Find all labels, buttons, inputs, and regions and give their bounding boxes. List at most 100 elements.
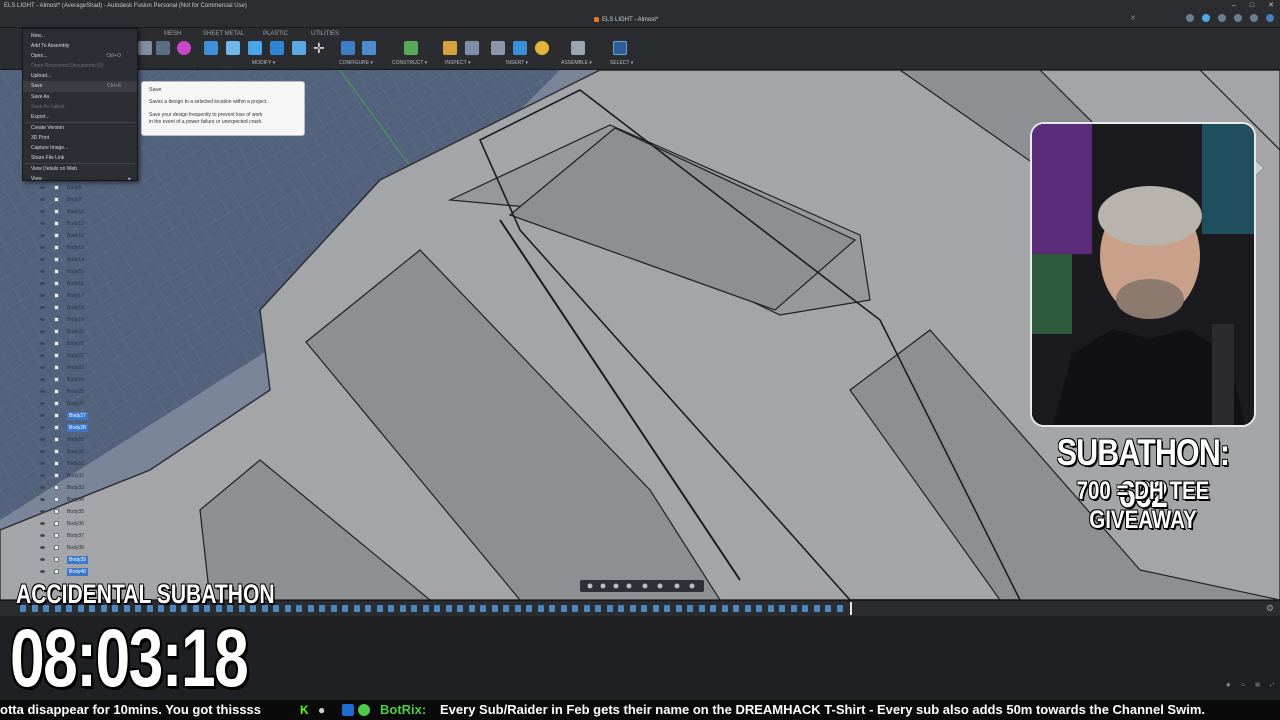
timeline-feature-icon[interactable] (399, 605, 406, 612)
menu-item-add-to-assembly[interactable]: Add To Assembly (23, 41, 137, 51)
timeline-feature-icon[interactable] (480, 605, 486, 612)
timeline-feature-icon[interactable] (468, 605, 475, 612)
browser-body-item[interactable]: Body35 (32, 506, 92, 518)
visibility-eye-icon[interactable] (40, 354, 45, 357)
timeline-feature-icon[interactable] (652, 605, 659, 612)
timeline-feature-icon[interactable] (779, 605, 785, 612)
chamfer-icon[interactable] (248, 41, 262, 55)
timeline-feature-icon[interactable] (641, 605, 647, 612)
visibility-eye-icon[interactable] (40, 462, 45, 465)
visibility-eye-icon[interactable] (40, 546, 45, 549)
visibility-eye-icon[interactable] (40, 234, 45, 237)
browser-body-item[interactable]: Body39 (32, 554, 92, 566)
tab-close-icon[interactable]: ✕ (1130, 14, 1136, 22)
timeline-feature-icon[interactable] (733, 605, 739, 612)
group-configure[interactable]: CONFIGURE ▾ (339, 60, 373, 66)
visibility-eye-icon[interactable] (40, 534, 45, 537)
visibility-eye-icon[interactable] (40, 258, 45, 261)
browser-body-item[interactable]: Body25 (32, 386, 92, 398)
section-analysis-icon[interactable] (465, 41, 479, 55)
browser-body-item[interactable]: Body37 (32, 530, 92, 542)
visibility-eye-icon[interactable] (40, 270, 45, 273)
offset-plane-icon[interactable] (404, 41, 418, 55)
timeline-feature-icon[interactable] (526, 605, 532, 612)
visibility-eye-icon[interactable] (40, 486, 45, 489)
timeline-feature-icon[interactable] (365, 605, 371, 612)
browser-body-item[interactable]: Body21 (32, 338, 92, 350)
group-modify[interactable]: MODIFY ▾ (252, 60, 275, 66)
timeline-feature-icon[interactable] (307, 605, 314, 612)
browser-body-item[interactable]: Body30 (32, 446, 92, 458)
browser-body-item[interactable]: Body16 (32, 278, 92, 290)
menu-item-view[interactable]: View ▸ (23, 174, 137, 184)
browser-body-item[interactable]: Body26 (32, 398, 92, 410)
menu-item-create-version[interactable]: Create Version (23, 123, 137, 133)
select-icon[interactable] (613, 41, 627, 55)
visibility-eye-icon[interactable] (40, 210, 45, 213)
group-inspect[interactable]: INSPECT ▾ (445, 60, 470, 66)
job-status-icon[interactable] (1218, 14, 1226, 22)
timeline-feature-icon[interactable] (687, 605, 693, 612)
browser-body-item[interactable]: Body36 (32, 518, 92, 530)
menu-item-3d-print[interactable]: 3D Print (23, 133, 137, 143)
visibility-eye-icon[interactable] (40, 498, 45, 501)
timeline-feature-icon[interactable] (445, 605, 452, 612)
browser-body-item[interactable]: Body20 (32, 326, 92, 338)
maximize-button[interactable]: □ (1250, 0, 1254, 12)
timeline-feature-icon[interactable] (710, 605, 716, 612)
timeline-feature-icon[interactable] (721, 605, 728, 612)
visibility-eye-icon[interactable] (40, 294, 45, 297)
visibility-eye-icon[interactable] (40, 222, 45, 225)
browser-body-item[interactable]: Body32 (32, 470, 92, 482)
timeline-feature-icon[interactable] (595, 605, 601, 612)
menu-item-save[interactable]: Save Ctrl+S (23, 81, 137, 92)
help-icon[interactable] (1250, 14, 1258, 22)
timeline-feature-icon[interactable] (756, 605, 762, 612)
timeline-feature-icon[interactable] (790, 605, 797, 612)
visibility-eye-icon[interactable] (40, 510, 45, 513)
browser-body-item[interactable]: Body40 (32, 566, 92, 578)
display-settings-icon[interactable]: ◉ (1226, 682, 1230, 688)
avatar[interactable] (1266, 14, 1274, 22)
browser-body-item[interactable]: Body17 (32, 290, 92, 302)
timeline-feature-icon[interactable] (319, 605, 325, 612)
timeline-marker[interactable] (850, 602, 852, 615)
timeline-feature-icon[interactable] (629, 605, 636, 612)
visibility-eye-icon[interactable] (40, 246, 45, 249)
visibility-eye-icon[interactable] (40, 558, 45, 561)
browser-body-item[interactable]: Body10 (32, 206, 92, 218)
group-construct[interactable]: CONSTRUCT ▾ (392, 60, 427, 66)
visibility-eye-icon[interactable] (40, 378, 45, 381)
browser-body-item[interactable]: Body13 (32, 242, 92, 254)
tab-sheet-metal[interactable]: SHEET METAL (203, 31, 244, 37)
tab-utilities[interactable]: UTILITIES (311, 31, 339, 37)
menu-item-upload[interactable]: Upload... (23, 71, 137, 81)
menu-item-save-as[interactable]: Save As (23, 92, 137, 102)
timeline-feature-icon[interactable] (698, 605, 705, 612)
close-button[interactable]: ✕ (1268, 0, 1274, 12)
timeline-feature-icon[interactable] (537, 605, 544, 612)
appearance-icon[interactable] (177, 41, 191, 55)
timeline-feature-icon[interactable] (491, 605, 498, 612)
timeline-feature-icon[interactable] (560, 605, 567, 612)
new-component-icon[interactable] (571, 41, 585, 55)
timeline-feature-icon[interactable] (572, 605, 578, 612)
text-commands-icon[interactable]: ▭ (1241, 682, 1246, 688)
timeline-feature-icon[interactable] (422, 605, 429, 612)
browser-body-item[interactable]: Body12 (32, 230, 92, 242)
visibility-eye-icon[interactable] (40, 450, 45, 453)
tab-mesh[interactable]: MESH (164, 31, 181, 37)
configure-table-icon[interactable] (362, 41, 376, 55)
browser-body-item[interactable]: Body18 (32, 302, 92, 314)
timeline-feature-icon[interactable] (457, 605, 463, 612)
add-tab-icon[interactable] (1186, 14, 1194, 22)
timeline-feature-icon[interactable] (330, 605, 337, 612)
timeline-feature-icon[interactable] (434, 605, 440, 612)
visibility-eye-icon[interactable] (40, 390, 45, 393)
timeline-feature-icon[interactable] (549, 605, 555, 612)
browser-body-item[interactable]: Body31 (32, 458, 92, 470)
timeline-feature-icon[interactable] (606, 605, 613, 612)
visibility-eye-icon[interactable] (40, 306, 45, 309)
timeline-feature-icon[interactable] (744, 605, 751, 612)
timeline-feature-icon[interactable] (388, 605, 394, 612)
